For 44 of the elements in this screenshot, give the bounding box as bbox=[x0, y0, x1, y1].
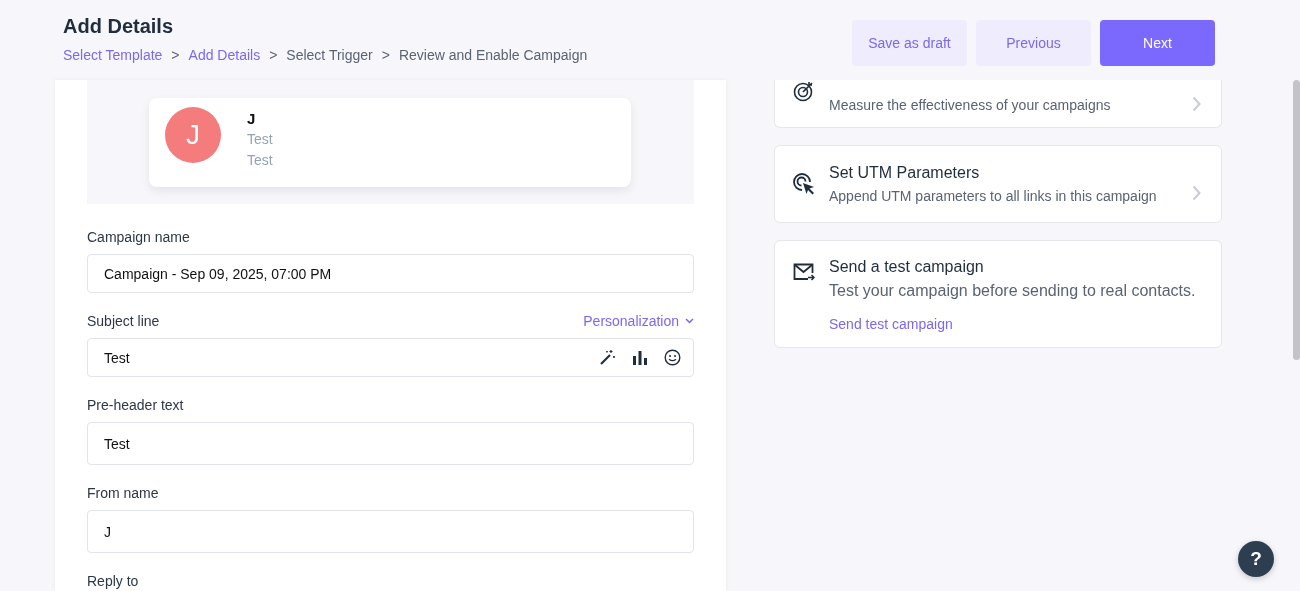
breadcrumb-step[interactable]: Select Template bbox=[63, 46, 163, 64]
text-field[interactable]: Campaign - Sep 09, 2025, 07:00 PM bbox=[87, 254, 694, 293]
card-description: Test your campaign before sending to real contacts. bbox=[829, 281, 1197, 301]
help-button[interactable]: ? bbox=[1238, 541, 1274, 577]
card-description: Append UTM parameters to all links in this campaign bbox=[829, 187, 1158, 206]
text-field[interactable]: Test bbox=[87, 422, 694, 465]
target-icon bbox=[793, 80, 815, 102]
text-field[interactable]: J bbox=[87, 510, 694, 553]
page-title: Add Details bbox=[63, 14, 175, 39]
card-title: Set UTM Parameters bbox=[829, 163, 981, 183]
field-label: Reply to bbox=[87, 572, 139, 590]
preview-text: Test bbox=[247, 130, 273, 149]
chevron-right-icon bbox=[1192, 184, 1201, 201]
chevron-down-icon bbox=[685, 318, 694, 324]
magic-wand-icon[interactable] bbox=[599, 349, 616, 366]
secondary-button[interactable]: Save as draft bbox=[852, 20, 967, 66]
bar-chart-icon[interactable] bbox=[632, 350, 648, 365]
settings-card[interactable]: Set UTM Parameters Append UTM parameters to all links in this campaign bbox=[774, 145, 1222, 223]
card-title: Send a test campaign bbox=[829, 257, 985, 277]
preview-text: Test bbox=[247, 151, 273, 170]
settings-card[interactable]: Measure the effectiveness of your campaigns bbox=[774, 80, 1222, 128]
breadcrumb-step[interactable]: Select Trigger bbox=[286, 46, 373, 64]
personalization-dropdown[interactable]: Personalization bbox=[583, 312, 694, 330]
smiley-icon[interactable] bbox=[664, 349, 681, 366]
send-test-link[interactable]: Send test campaign bbox=[829, 316, 953, 332]
cursor-click-icon bbox=[793, 173, 815, 195]
next-button[interactable]: Next bbox=[1100, 20, 1215, 66]
avatar: J bbox=[165, 107, 221, 163]
field-label: Subject line bbox=[87, 312, 160, 330]
mail-send-icon bbox=[793, 263, 815, 281]
breadcrumb-separator: > bbox=[171, 46, 180, 64]
breadcrumb-step[interactable]: Add Details bbox=[188, 46, 261, 64]
subject-line-field[interactable]: Test bbox=[87, 338, 694, 377]
field-label: Pre-header text bbox=[87, 396, 184, 414]
field-label: From name bbox=[87, 484, 159, 502]
sender-name: J bbox=[247, 109, 257, 129]
field-label: Campaign name bbox=[87, 228, 190, 246]
scrollbar-thumb[interactable] bbox=[1293, 80, 1300, 360]
breadcrumb-separator: > bbox=[269, 46, 278, 64]
secondary-button[interactable]: Previous bbox=[976, 20, 1091, 66]
breadcrumb-step[interactable]: Review and Enable Campaign bbox=[398, 46, 588, 64]
chevron-right-icon bbox=[1192, 95, 1201, 112]
breadcrumb-separator: > bbox=[381, 46, 390, 64]
card-description: Measure the effectiveness of your campaigns bbox=[829, 96, 1112, 115]
